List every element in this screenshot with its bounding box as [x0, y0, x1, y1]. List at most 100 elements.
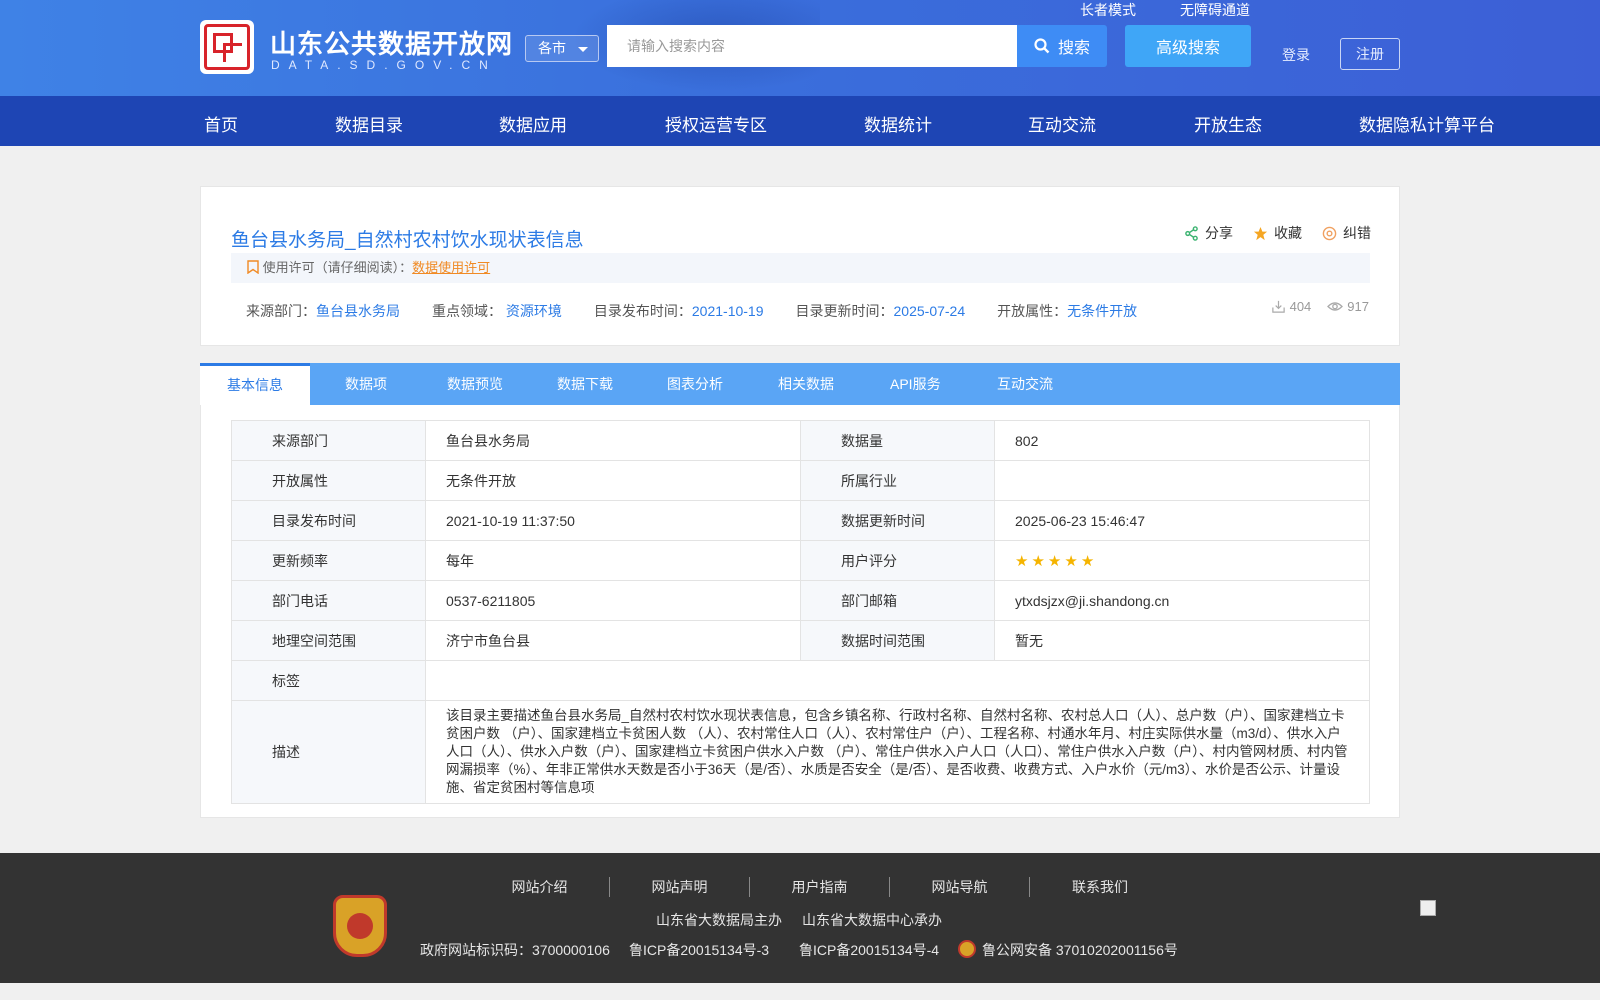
tab-api-service[interactable]: API服务 — [890, 363, 941, 405]
tab-interaction[interactable]: 互动交流 — [997, 363, 1053, 405]
dataset-counts: 404 917 — [1271, 299, 1369, 314]
nav-item-statistics[interactable]: 数据统计 — [864, 111, 932, 136]
license-link[interactable]: 数据使用许可 — [412, 260, 490, 275]
field-value: 济宁市鱼台县 — [425, 620, 801, 661]
field-label: 更新频率 — [231, 540, 426, 581]
download-count: 404 — [1289, 299, 1312, 314]
login-link[interactable]: 登录 — [1282, 45, 1310, 65]
meta-open-label: 开放属性： — [997, 303, 1068, 319]
site-footer: 网站介绍 网站声明 用户指南 网站导航 联系我们 山东省大数据局主办 山东省大数… — [0, 853, 1600, 983]
dataset-actions: 分享 收藏 纠错 — [1184, 223, 1371, 243]
dataset-title: 鱼台县水务局_自然村农村饮水现状表信息 — [231, 230, 584, 251]
field-label: 开放属性 — [231, 460, 426, 501]
field-value: 0537-6211805 — [425, 580, 801, 621]
footer-link-statement[interactable]: 网站声明 — [610, 877, 750, 897]
meta-publish-value: 2021-10-19 — [691, 303, 764, 319]
field-value: 2025-06-23 15:46:47 — [994, 500, 1370, 541]
nav-item-catalog[interactable]: 数据目录 — [335, 111, 403, 136]
search-button-label: 搜索 — [1057, 40, 1090, 57]
table-row: 地理空间范围 济宁市鱼台县 数据时间范围 暂无 — [231, 620, 1370, 661]
description-value: 该目录主要描述鱼台县水务局_自然村农村饮水现状表信息，包含乡镇名称、行政村名称、… — [425, 700, 1370, 804]
field-label: 地理空间范围 — [231, 620, 426, 661]
field-value — [994, 460, 1370, 501]
nav-item-applications[interactable]: 数据应用 — [499, 111, 567, 136]
report-label: 纠错 — [1343, 225, 1371, 241]
search-icon — [1034, 38, 1050, 54]
field-label: 目录发布时间 — [231, 500, 426, 541]
site-name[interactable]: 山东公共数据开放网 — [270, 24, 513, 61]
basic-info-table: 来源部门 鱼台县水务局 数据量 802 开放属性 无条件开放 所属行业 目录发布… — [231, 420, 1370, 804]
city-select[interactable]: 各市 — [525, 35, 599, 62]
star-icon: ★ — [1080, 552, 1095, 570]
star-icon: ★ — [1047, 552, 1062, 570]
meta-update-label: 目录更新时间： — [795, 303, 894, 319]
tab-data-preview[interactable]: 数据预览 — [447, 363, 503, 405]
field-label: 来源部门 — [231, 420, 426, 461]
tab-basic-info[interactable]: 基本信息 — [200, 363, 310, 405]
table-row: 部门电话 0537-6211805 部门邮箱 ytxdsjzx@ji.shand… — [231, 580, 1370, 621]
accessibility-link[interactable]: 无障碍通道 — [1180, 0, 1250, 20]
nav-item-authorized-operation[interactable]: 授权运营专区 — [665, 111, 767, 136]
field-label: 描述 — [231, 700, 426, 804]
footer-link-contact[interactable]: 联系我们 — [1030, 877, 1170, 897]
view-count: 917 — [1347, 299, 1369, 314]
tab-data-download[interactable]: 数据下载 — [557, 363, 613, 405]
nav-item-ecosystem[interactable]: 开放生态 — [1194, 111, 1262, 136]
dataset-summary-card: 鱼台县水务局_自然村农村饮水现状表信息 分享 收藏 纠错 使用许可（请仔细阅读）… — [200, 186, 1400, 346]
party-gov-emblem-icon[interactable] — [333, 895, 387, 957]
license-label: 使用许可（请仔细阅读）： — [262, 260, 413, 275]
tab-chart-analysis[interactable]: 图表分析 — [667, 363, 723, 405]
table-row: 来源部门 鱼台县水务局 数据量 802 — [231, 420, 1370, 461]
meta-source-label: 来源部门： — [246, 303, 316, 319]
report-error-button[interactable]: 纠错 — [1322, 223, 1371, 243]
nav-item-privacy-computing[interactable]: 数据隐私计算平台 — [1359, 111, 1495, 136]
table-row: 开放属性 无条件开放 所属行业 — [231, 460, 1370, 501]
star-icon: ★ — [1064, 552, 1078, 570]
field-value: ytxdsjzx@ji.shandong.cn — [994, 580, 1370, 621]
detail-tabs: 基本信息 数据项 数据预览 数据下载 图表分析 相关数据 API服务 互动交流 — [200, 363, 1400, 405]
footer-police-text: 鲁公网安备 37010202001156号 — [982, 942, 1178, 958]
favorite-button[interactable]: 收藏 — [1253, 223, 1302, 243]
field-label: 标签 — [231, 660, 426, 701]
dataset-meta: 来源部门：鱼台县水务局 重点领域： 资源环境 目录发布时间：2021-10-19… — [246, 301, 1169, 321]
broken-image-icon — [1420, 900, 1436, 916]
share-label: 分享 — [1205, 225, 1233, 241]
footer-host: 山东省大数据局主办 — [656, 912, 782, 928]
search-button[interactable]: 搜索 — [1017, 25, 1107, 67]
field-label: 数据更新时间 — [800, 500, 995, 541]
nav-item-home[interactable]: 首页 — [204, 111, 238, 136]
footer-link-guide[interactable]: 用户指南 — [750, 877, 890, 897]
footer-icp-1[interactable]: 鲁ICP备20015134号-3 — [629, 940, 769, 960]
table-row: 描述 该目录主要描述鱼台县水务局_自然村农村饮水现状表信息，包含乡镇名称、行政村… — [231, 700, 1370, 804]
field-value: 每年 — [425, 540, 801, 581]
footer-police-record[interactable]: 鲁公网安备 37010202001156号 — [958, 940, 1178, 960]
table-row: 更新频率 每年 用户评分 ★ ★ ★ ★ ★ — [231, 540, 1370, 581]
license-bar: 使用许可（请仔细阅读）：数据使用许可 — [231, 253, 1370, 283]
footer-link-sitemap[interactable]: 网站导航 — [890, 877, 1030, 897]
star-icon — [1253, 226, 1268, 240]
meta-open-value: 无条件开放 — [1067, 303, 1138, 319]
main-nav: 首页 数据目录 数据应用 授权运营专区 数据统计 互动交流 开放生态 数据隐私计… — [0, 96, 1600, 146]
advanced-search-button[interactable]: 高级搜索 — [1125, 25, 1251, 67]
nav-item-interaction[interactable]: 互动交流 — [1028, 111, 1096, 136]
footer-icp-2[interactable]: 鲁ICP备20015134号-4 — [799, 940, 939, 960]
field-label: 用户评分 — [800, 540, 995, 581]
site-logo-icon[interactable] — [200, 20, 254, 74]
chevron-down-icon — [578, 47, 588, 52]
star-icon: ★ — [1031, 552, 1045, 570]
share-button[interactable]: 分享 — [1184, 223, 1233, 243]
search-input[interactable] — [607, 25, 1017, 67]
user-rating: ★ ★ ★ ★ ★ — [994, 540, 1370, 581]
bookmark-icon — [247, 260, 259, 275]
meta-field-label: 重点领域： — [432, 303, 502, 319]
star-icon: ★ — [1015, 552, 1029, 570]
footer-link-about[interactable]: 网站介绍 — [470, 877, 610, 897]
meta-field-value[interactable]: 资源环境 — [506, 303, 562, 319]
footer-bottom-strip — [0, 983, 1600, 1000]
tab-related-data[interactable]: 相关数据 — [778, 363, 834, 405]
elder-mode-link[interactable]: 长者模式 — [1080, 0, 1136, 20]
meta-source-value[interactable]: 鱼台县水务局 — [316, 303, 400, 319]
register-button[interactable]: 注册 — [1340, 38, 1400, 70]
table-row: 目录发布时间 2021-10-19 11:37:50 数据更新时间 2025-0… — [231, 500, 1370, 541]
tab-data-items[interactable]: 数据项 — [345, 363, 387, 405]
